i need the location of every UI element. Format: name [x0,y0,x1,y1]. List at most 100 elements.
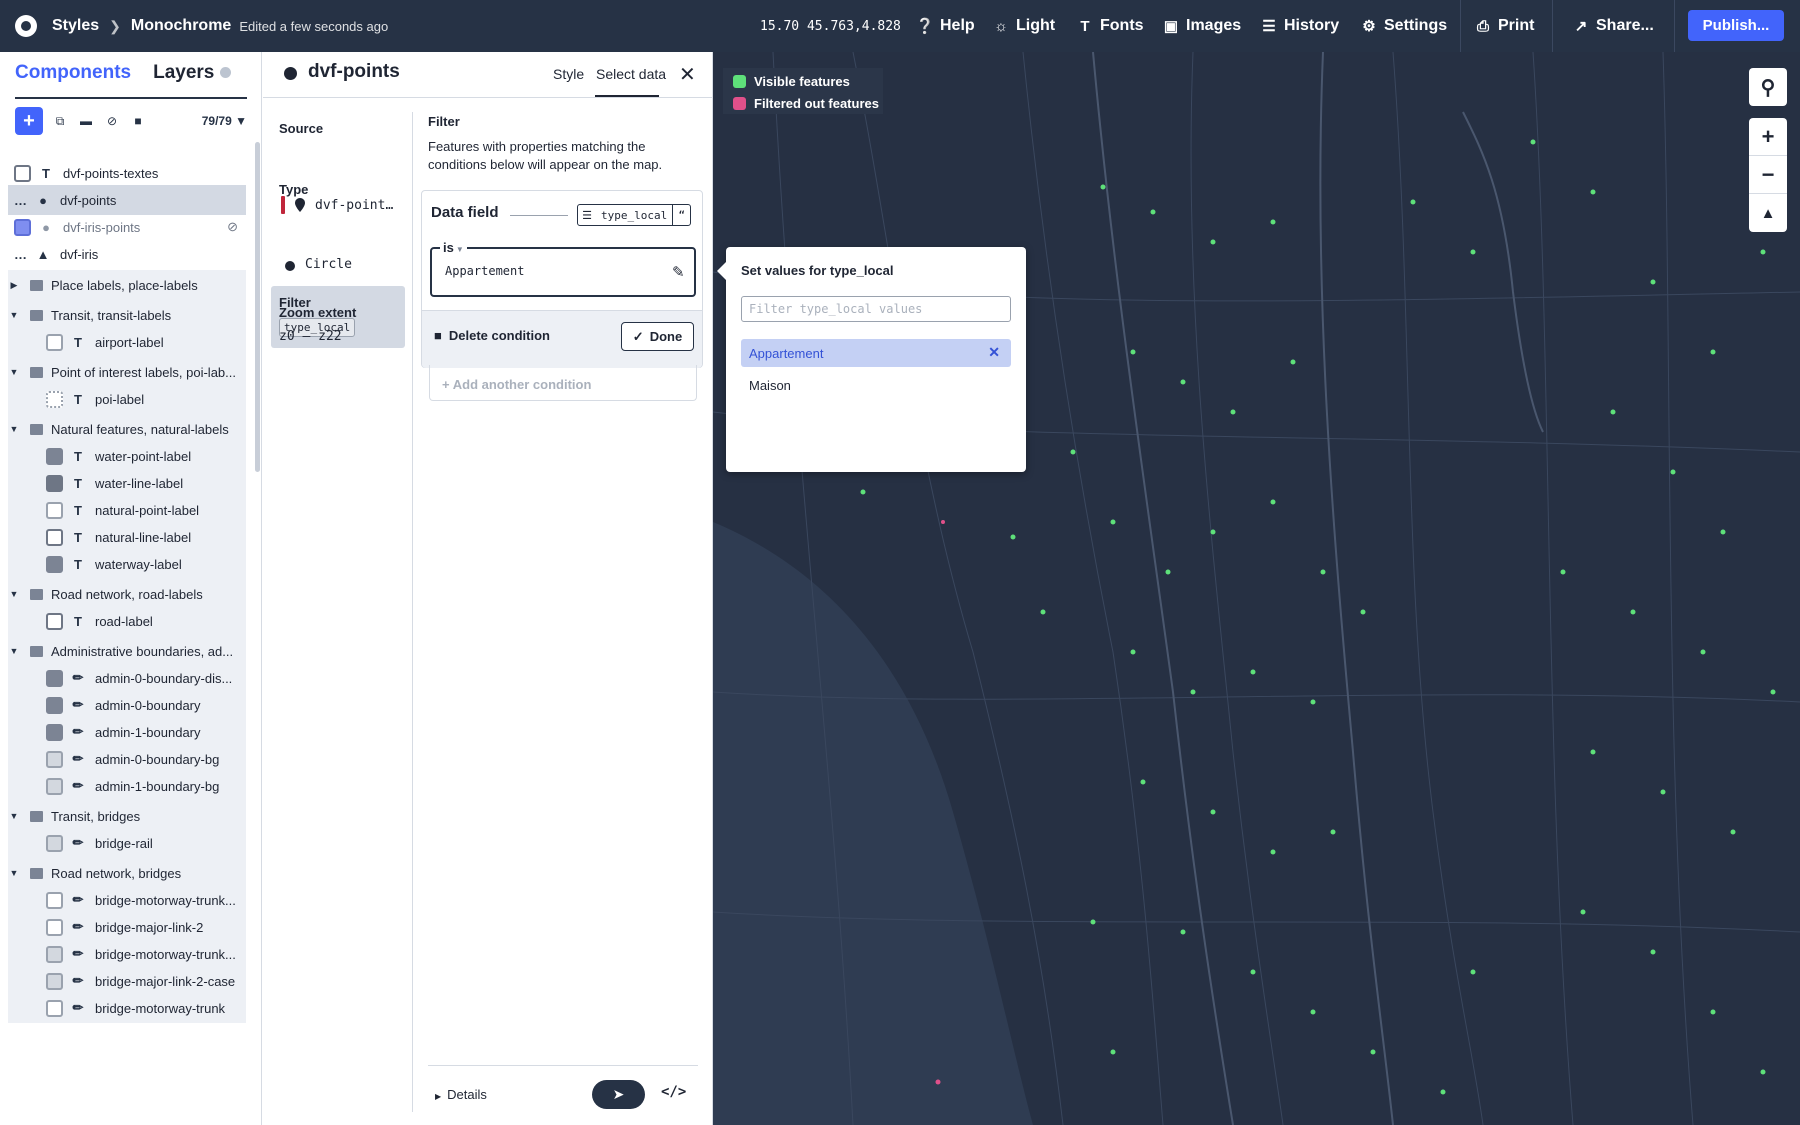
delete-condition-button[interactable]: ■ Delete condition [434,328,550,343]
layer-row-bridge-major-link-2-case[interactable]: ✏ bridge-major-link-2-case [8,966,246,996]
symbol-text-icon: T [74,475,82,491]
source-value[interactable]: dvf-point… [315,198,393,213]
cursor-mode-button[interactable]: ➤ [592,1080,645,1109]
layer-row-dvf-iris[interactable]: … ▲ dvf-iris [8,239,246,269]
layer-row-dvf-points-textes[interactable]: Tdvf-points-textes [8,158,246,188]
tab-layers-label: Layers [153,62,215,83]
layer-group-road-labels[interactable]: ▼ Road network, road-labels [8,579,246,609]
layer-properties-panel: dvf-points Style Select data ✕ Source dv… [263,52,713,1125]
layer-label: dvf-points [60,192,117,208]
layer-group-admin-boundaries[interactable]: ▼ Administrative boundaries, ad... [8,636,246,666]
zoom-in-button[interactable]: + [1749,118,1787,156]
map-canvas[interactable]: Visible features Filtered out features ⚲… [713,52,1800,1125]
style-name[interactable]: Monochrome [131,17,231,35]
images-button[interactable]: ▣ Images [1162,0,1241,52]
layer-group-place-labels[interactable]: ▶ Place labels, place-labels [8,270,246,300]
top-bar: Styles ❯ Monochrome Edited a few seconds… [0,0,1800,52]
zoom-out-button[interactable]: − [1749,156,1787,194]
layer-row-admin-0-boundary-bg[interactable]: ✏ admin-0-boundary-bg [8,744,246,774]
layer-count-label: 79/79 [201,114,232,128]
breadcrumb-styles[interactable]: Styles [52,17,99,35]
layer-label: natural-line-label [95,529,192,545]
layer-group-natural-labels[interactable]: ▼ Natural features, natural-labels [8,414,246,444]
delete-trash-icon[interactable]: ■ [129,112,147,130]
map-search-button[interactable]: ⚲ [1749,68,1787,106]
layer-row-natural-line-label[interactable]: Tnatural-line-label [8,522,246,552]
condition-value-box[interactable]: is ▼ Appartement ✎ [430,240,696,297]
add-condition-button[interactable]: + Add another condition [429,365,697,401]
layer-row-admin-0-boundary-dis[interactable]: ✏ admin-0-boundary-dis... [8,663,246,693]
layer-group-poi-labels[interactable]: ▼ Point of interest labels, poi-lab... [8,357,246,387]
operator-select[interactable]: is ▼ [440,240,467,255]
layer-group-transit-labels[interactable]: ▼ Transit, transit-labels [8,300,246,330]
layer-row-dvf-points[interactable]: … ● dvf-points [8,185,246,215]
data-field-label: Data field [431,204,499,221]
done-button[interactable]: ✓ Done [621,322,694,351]
layer-row-road-label[interactable]: Troad-label [8,606,246,636]
tab-style[interactable]: Style [553,66,584,82]
value-option-appartement[interactable]: Appartement ✕ [741,339,1011,367]
delete-condition-label: Delete condition [448,328,550,343]
close-icon[interactable]: ✕ [679,62,696,87]
layers-scrollbar[interactable] [255,142,260,472]
source-label: Source [279,121,324,136]
layer-row-airport-label[interactable]: Tairport-label [8,327,246,357]
mapbox-logo-icon[interactable] [0,0,52,52]
line-pencil-icon: ✏ [72,670,84,685]
value-option-maison[interactable]: Maison [741,371,1011,399]
type-value[interactable]: Circle [305,257,352,272]
tab-components[interactable]: Components [15,62,131,84]
settings-button[interactable]: ⚙ Settings [1360,0,1447,52]
layer-swatch [46,696,63,714]
value-option-label: Appartement [749,346,824,361]
pencil-edit-icon[interactable]: ✎ [672,263,685,281]
layer-row-poi-label[interactable]: Tpoi-label [8,384,246,414]
field-chip[interactable]: ☰ type_local “ [577,204,692,226]
layer-row-dvf-iris-points[interactable]: ● dvf-iris-points ⊘ [8,212,246,242]
layer-count[interactable]: 79/79 ▼ [202,114,247,128]
layer-row-bridge-major-link-2[interactable]: ✏ bridge-major-link-2 [8,912,246,942]
zoom-extent-value[interactable]: z0 — z22 [279,329,342,344]
layer-row-bridge-motorway-trunk-2[interactable]: ✏ bridge-motorway-trunk... [8,939,246,969]
layer-group-road-bridges[interactable]: ▼ Road network, bridges [8,858,246,888]
layer-row-admin-1-boundary-bg[interactable]: ✏ admin-1-boundary-bg [8,771,246,801]
layer-row-admin-1-boundary[interactable]: ✏ admin-1-boundary [8,717,246,747]
tab-select-data[interactable]: Select data [596,66,666,82]
print-button[interactable]: ⎙ Print [1474,0,1534,52]
layer-row-bridge-motorway-trunk-3[interactable]: ✏ bridge-motorway-trunk [8,993,246,1023]
history-button[interactable]: ☰ History [1260,0,1339,52]
hidden-eye-icon[interactable]: ⊘ [227,219,238,235]
remove-x-icon[interactable]: ✕ [988,344,1000,361]
folder-icon [30,645,43,657]
compass-north-icon[interactable]: ▲ [1749,194,1787,232]
layer-group-transit-bridges[interactable]: ▼ Transit, bridges [8,801,246,831]
group-folder-icon[interactable]: ▬ [77,112,95,130]
layer-row-bridge-rail[interactable]: ✏ bridge-rail [8,828,246,858]
quote-icon[interactable]: “ [672,205,690,225]
layer-row-bridge-motorway-trunk-1[interactable]: ✏ bridge-motorway-trunk... [8,885,246,915]
tab-layers[interactable]: Layers [153,62,232,84]
group-label: Transit, transit-labels [51,307,172,323]
hide-eye-icon[interactable]: ⊘ [103,112,121,130]
layer-row-water-line-label[interactable]: Twater-line-label [8,468,246,498]
duplicate-icon[interactable]: ⧉ [51,112,69,130]
filter-values-input[interactable] [741,296,1011,322]
code-view-icon[interactable]: </> [661,1084,686,1100]
layer-label: admin-0-boundary-dis... [95,670,233,686]
add-layer-button[interactable]: + [15,107,43,135]
details-toggle[interactable]: ▶ Details [435,1087,487,1102]
light-button[interactable]: ☼ Light [992,0,1055,52]
group-label: Road network, road-labels [51,586,203,602]
help-button[interactable]: ❔ Help [916,0,975,52]
layer-swatch [46,447,63,465]
fonts-button[interactable]: T Fonts [1076,0,1143,52]
share-button[interactable]: ↗ Share... [1572,0,1654,52]
circle-layer-icon [284,67,297,80]
symbol-text-icon: T [42,165,50,181]
publish-button[interactable]: Publish... [1688,10,1784,41]
layer-swatch [46,999,63,1017]
layer-row-water-point-label[interactable]: Twater-point-label [8,441,246,471]
layer-row-waterway-label[interactable]: Twaterway-label [8,549,246,579]
layer-row-natural-point-label[interactable]: Tnatural-point-label [8,495,246,525]
layer-row-admin-0-boundary[interactable]: ✏ admin-0-boundary [8,690,246,720]
